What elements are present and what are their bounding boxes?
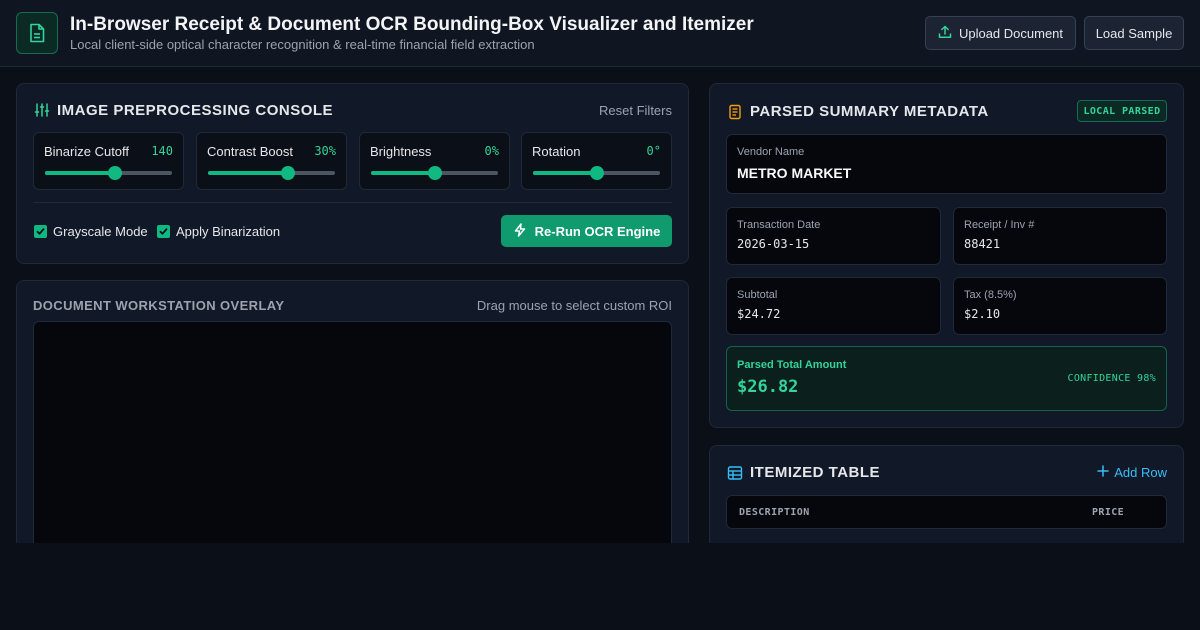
slider-track[interactable] (208, 166, 335, 180)
reset-filters-button[interactable]: Reset Filters (599, 103, 672, 118)
slider-label: Rotation (532, 144, 581, 159)
app-subtitle: Local client-side optical character reco… (70, 37, 535, 52)
slider-fill (45, 171, 115, 175)
slider-thumb[interactable] (107, 166, 122, 180)
checkmark-icon[interactable] (34, 225, 47, 238)
field-label: Receipt / Inv # (964, 219, 1035, 231)
column-header-description: DESCRIPTION (739, 507, 810, 518)
field-label: Vendor Name (737, 146, 805, 158)
slider-value: 140 (151, 144, 173, 158)
add-row-label: Add Row (1114, 465, 1167, 480)
confidence-badge: CONFIDENCE 98% (1067, 373, 1156, 384)
upload-document-button[interactable]: Upload Document (925, 16, 1076, 50)
workstation-panel: DOCUMENT WORKSTATION OVERLAY Drag mouse … (16, 280, 689, 561)
load-sample-button[interactable]: Load Sample (1084, 16, 1184, 50)
slider-thumb[interactable] (281, 166, 295, 180)
grayscale-mode-checkbox[interactable]: Grayscale Mode (34, 224, 148, 239)
rotation-slider[interactable]: Rotation 0° (521, 132, 672, 190)
column-header-price: PRICE (1092, 507, 1125, 518)
slider-label: Binarize Cutoff (44, 144, 130, 159)
plus-icon (1097, 465, 1109, 480)
receipt-icon (729, 104, 741, 120)
slider-track[interactable] (533, 166, 660, 180)
app-header: In-Browser Receipt & Document OCR Boundi… (0, 0, 1200, 67)
contrast-boost-slider[interactable]: Contrast Boost 30% (196, 132, 347, 190)
binarize-cutoff-slider[interactable]: Binarize Cutoff 140 (33, 132, 184, 190)
slider-label: Brightness (370, 144, 432, 159)
preprocessing-panel: IMAGE PREPROCESSING CONSOLE Reset Filter… (16, 83, 689, 264)
lightning-icon (513, 222, 527, 240)
upload-document-label: Upload Document (958, 25, 1064, 41)
brightness-slider[interactable]: Brightness 0% (359, 132, 510, 190)
preprocessing-title: IMAGE PREPROCESSING CONSOLE (57, 102, 334, 119)
slider-track[interactable] (45, 166, 172, 180)
rerun-ocr-label: Re-Run OCR Engine (534, 223, 661, 239)
sliders-icon (34, 103, 50, 117)
receipt-number-field[interactable]: Receipt / Inv # 88421 (953, 207, 1167, 265)
apply-binarization-checkbox[interactable]: Apply Binarization (157, 224, 280, 239)
subtotal-field[interactable]: Subtotal $24.72 (726, 277, 941, 335)
slider-fill (371, 171, 435, 175)
metadata-title: PARSED SUMMARY METADATA (750, 103, 989, 120)
subtotal-value: $24.72 (737, 307, 781, 321)
local-parsed-badge: LOCAL PARSED (1077, 100, 1167, 122)
slider-fill (208, 171, 288, 175)
receipt-value: 88421 (964, 237, 1001, 251)
load-sample-label: Load Sample (1095, 25, 1173, 41)
app-title: In-Browser Receipt & Document OCR Boundi… (70, 14, 754, 35)
workstation-title: DOCUMENT WORKSTATION OVERLAY (33, 298, 285, 313)
slider-thumb[interactable] (589, 166, 604, 180)
vendor-field[interactable]: Vendor Name METRO MARKET (726, 134, 1167, 194)
slider-thumb[interactable] (427, 166, 442, 180)
slider-track[interactable] (371, 166, 498, 180)
document-canvas[interactable] (33, 321, 672, 561)
add-row-button[interactable]: Add Row (1097, 465, 1167, 480)
upload-icon (938, 25, 952, 42)
total-value: $26.82 (737, 377, 799, 397)
field-label: Subtotal (737, 289, 778, 301)
field-label: Tax (8.5%) (964, 289, 1017, 301)
total-amount-field: Parsed Total Amount $26.82 CONFIDENCE 98… (726, 346, 1167, 411)
workstation-hint: Drag mouse to select custom ROI (476, 298, 672, 313)
document-icon (16, 12, 58, 54)
slider-value: 0° (646, 144, 661, 158)
slider-label: Contrast Boost (207, 144, 293, 159)
metadata-panel: PARSED SUMMARY METADATA LOCAL PARSED Ven… (709, 83, 1184, 428)
divider (33, 202, 672, 203)
vendor-value: METRO MARKET (737, 165, 852, 181)
transaction-date-field[interactable]: Transaction Date 2026-03-15 (726, 207, 941, 265)
table-header: DESCRIPTION PRICE (726, 495, 1167, 529)
rerun-ocr-button[interactable]: Re-Run OCR Engine (501, 215, 672, 247)
checkbox-label: Apply Binarization (176, 224, 281, 239)
slider-fill (533, 171, 597, 175)
tax-value: $2.10 (964, 307, 1001, 321)
checkbox-label: Grayscale Mode (53, 224, 148, 239)
table-icon (727, 466, 743, 480)
page-background (0, 543, 1200, 630)
field-label: Transaction Date (737, 219, 821, 231)
slider-value: 0% (484, 144, 499, 158)
total-label: Parsed Total Amount (737, 359, 847, 371)
date-value: 2026-03-15 (737, 237, 810, 251)
tax-field[interactable]: Tax (8.5%) $2.10 (953, 277, 1167, 335)
slider-value: 30% (314, 144, 336, 158)
itemized-title: ITEMIZED TABLE (750, 464, 881, 481)
checkmark-icon[interactable] (157, 225, 170, 238)
